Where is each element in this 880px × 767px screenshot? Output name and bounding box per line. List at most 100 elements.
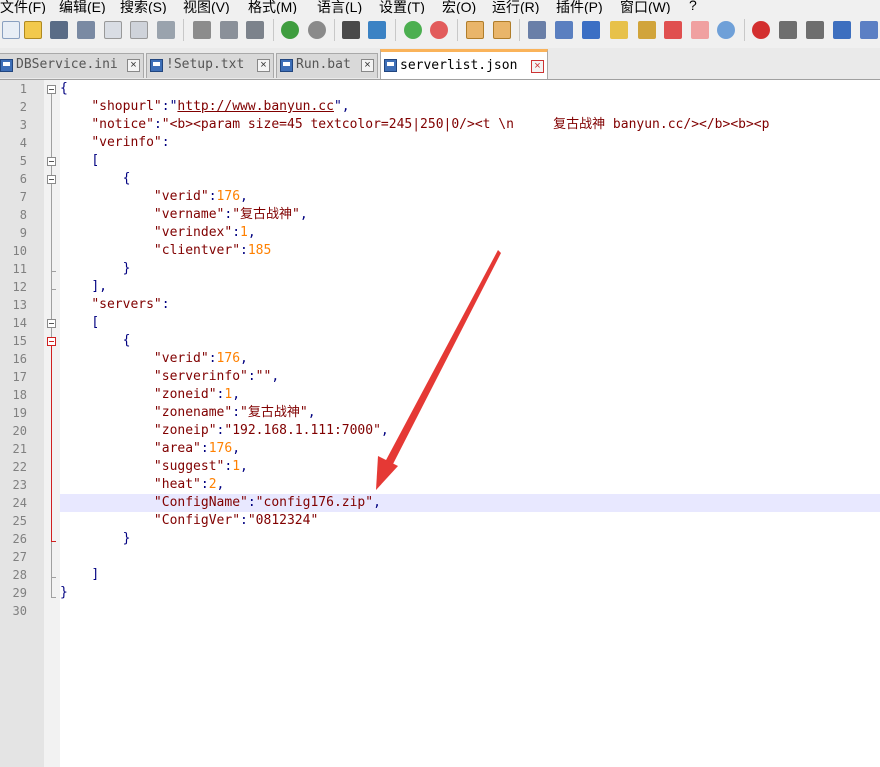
fold-toggle-icon[interactable] <box>47 157 56 166</box>
close-icon[interactable] <box>104 21 122 39</box>
line-number: 21 <box>12 442 27 456</box>
line-number: 1 <box>19 82 27 96</box>
line-number: 17 <box>12 370 27 384</box>
menu-file[interactable]: 文件(F) <box>0 0 46 14</box>
user-language-icon[interactable] <box>610 21 628 39</box>
paste-icon[interactable] <box>246 21 264 39</box>
fold-toggle-icon[interactable] <box>47 337 56 346</box>
sync-vertical-icon[interactable] <box>466 21 484 39</box>
tab-close-icon[interactable]: × <box>361 59 374 72</box>
line-number: 16 <box>12 352 27 366</box>
save-macro-icon[interactable] <box>860 21 878 39</box>
stop-macro-icon[interactable] <box>779 21 797 39</box>
fold-end-marker <box>51 597 56 598</box>
editor[interactable]: 1 2 3 4 5 6 7 8 9 10 11 12 13 14 15 16 1… <box>0 80 880 767</box>
code-line-29: } <box>60 585 68 600</box>
tab-label: !Setup.txt <box>166 57 245 72</box>
folder-workspace-icon[interactable] <box>691 21 709 39</box>
tab-close-icon[interactable]: × <box>257 59 270 72</box>
undo-icon[interactable] <box>281 21 299 39</box>
code-line-4: "verinfo": <box>91 135 170 150</box>
monitor-icon[interactable] <box>717 21 735 39</box>
menu-search[interactable]: 搜索(S) <box>120 0 167 14</box>
print-icon[interactable] <box>157 21 175 39</box>
menu-edit[interactable]: 编辑(E) <box>59 0 106 14</box>
file-saved-icon <box>280 59 293 72</box>
menu-settings[interactable]: 设置(T) <box>379 0 425 14</box>
menu-view[interactable]: 视图(V) <box>183 0 230 14</box>
save-all-icon[interactable] <box>77 21 95 39</box>
zoom-in-icon[interactable] <box>404 21 422 39</box>
code-line-22: "suggest":1, <box>153 459 248 474</box>
code-line-23: "heat":2, <box>153 477 225 492</box>
file-saved-icon <box>384 59 397 72</box>
menu-language[interactable]: 语言(L) <box>317 0 362 14</box>
tab-serverlist-json[interactable]: serverlist.json × <box>380 49 548 79</box>
line-number: 12 <box>12 280 27 294</box>
record-macro-icon[interactable] <box>752 21 770 39</box>
code-area[interactable]: { "shopurl":"http://www.banyun.cc", "not… <box>60 80 880 767</box>
zoom-out-icon[interactable] <box>430 21 448 39</box>
code-line-17: "serverinfo":"", <box>153 369 280 384</box>
line-number: 22 <box>12 460 27 474</box>
line-number: 23 <box>12 478 27 492</box>
copy-icon[interactable] <box>220 21 238 39</box>
play-macro-icon[interactable] <box>806 21 824 39</box>
cut-icon[interactable] <box>193 21 211 39</box>
fold-toggle-icon[interactable] <box>47 85 56 94</box>
fold-end-marker <box>51 271 56 272</box>
line-number: 14 <box>12 316 27 330</box>
indent-guide-icon[interactable] <box>582 21 600 39</box>
code-line-10: "clientver":185 <box>153 243 272 258</box>
menu-format[interactable]: 格式(M) <box>248 0 297 14</box>
fold-end-marker <box>51 541 56 542</box>
tab-close-icon[interactable]: × <box>127 59 140 72</box>
toolbar-separator <box>183 19 184 41</box>
line-number: 15 <box>12 334 27 348</box>
tab-close-icon[interactable]: × <box>531 60 544 73</box>
doc-map-icon[interactable] <box>638 21 656 39</box>
code-line-6: { <box>122 171 131 186</box>
close-all-icon[interactable] <box>130 21 148 39</box>
code-line-16: "verid":176, <box>153 351 248 366</box>
tab-bar: DBService.ini × !Setup.txt × Run.bat × s… <box>0 48 880 80</box>
menu-help[interactable]: ? <box>689 0 697 13</box>
code-line-8: "vername":"复古战神", <box>153 207 308 222</box>
line-number: 25 <box>12 514 27 528</box>
menu-window[interactable]: 窗口(W) <box>620 0 671 14</box>
code-line-26: } <box>122 531 131 546</box>
show-all-chars-icon[interactable] <box>555 21 573 39</box>
line-number: 9 <box>19 226 27 240</box>
menu-macro[interactable]: 宏(O) <box>442 0 476 14</box>
tab-dbservice-ini[interactable]: DBService.ini × <box>0 53 144 78</box>
tab-setup-txt[interactable]: !Setup.txt × <box>146 53 274 78</box>
word-wrap-icon[interactable] <box>528 21 546 39</box>
tab-run-bat[interactable]: Run.bat × <box>276 53 378 78</box>
fold-guide-current <box>51 346 52 541</box>
new-file-icon[interactable] <box>2 21 20 39</box>
code-line-21: "area":176, <box>153 441 241 456</box>
open-file-icon[interactable] <box>24 21 42 39</box>
file-saved-icon <box>150 59 163 72</box>
redo-icon[interactable] <box>308 21 326 39</box>
code-line-5: [ <box>91 153 100 168</box>
menu-run[interactable]: 运行(R) <box>492 0 539 14</box>
menu-plugins[interactable]: 插件(P) <box>556 0 603 14</box>
code-line-20: "zoneip":"192.168.1.111:7000", <box>153 423 389 438</box>
line-number: 30 <box>12 604 27 618</box>
fold-toggle-icon[interactable] <box>47 175 56 184</box>
function-list-icon[interactable] <box>664 21 682 39</box>
menu-bar: 文件(F) 编辑(E) 搜索(S) 视图(V) 格式(M) 语言(L) 设置(T… <box>0 0 880 14</box>
line-number: 28 <box>12 568 27 582</box>
line-number: 8 <box>19 208 27 222</box>
file-saved-icon <box>0 59 13 72</box>
replace-icon[interactable] <box>368 21 386 39</box>
line-number: 3 <box>19 118 27 132</box>
fold-toggle-icon[interactable] <box>47 319 56 328</box>
sync-horizontal-icon[interactable] <box>493 21 511 39</box>
run-macro-multiple-icon[interactable] <box>833 21 851 39</box>
save-icon[interactable] <box>50 21 68 39</box>
line-number: 18 <box>12 388 27 402</box>
find-icon[interactable] <box>342 21 360 39</box>
